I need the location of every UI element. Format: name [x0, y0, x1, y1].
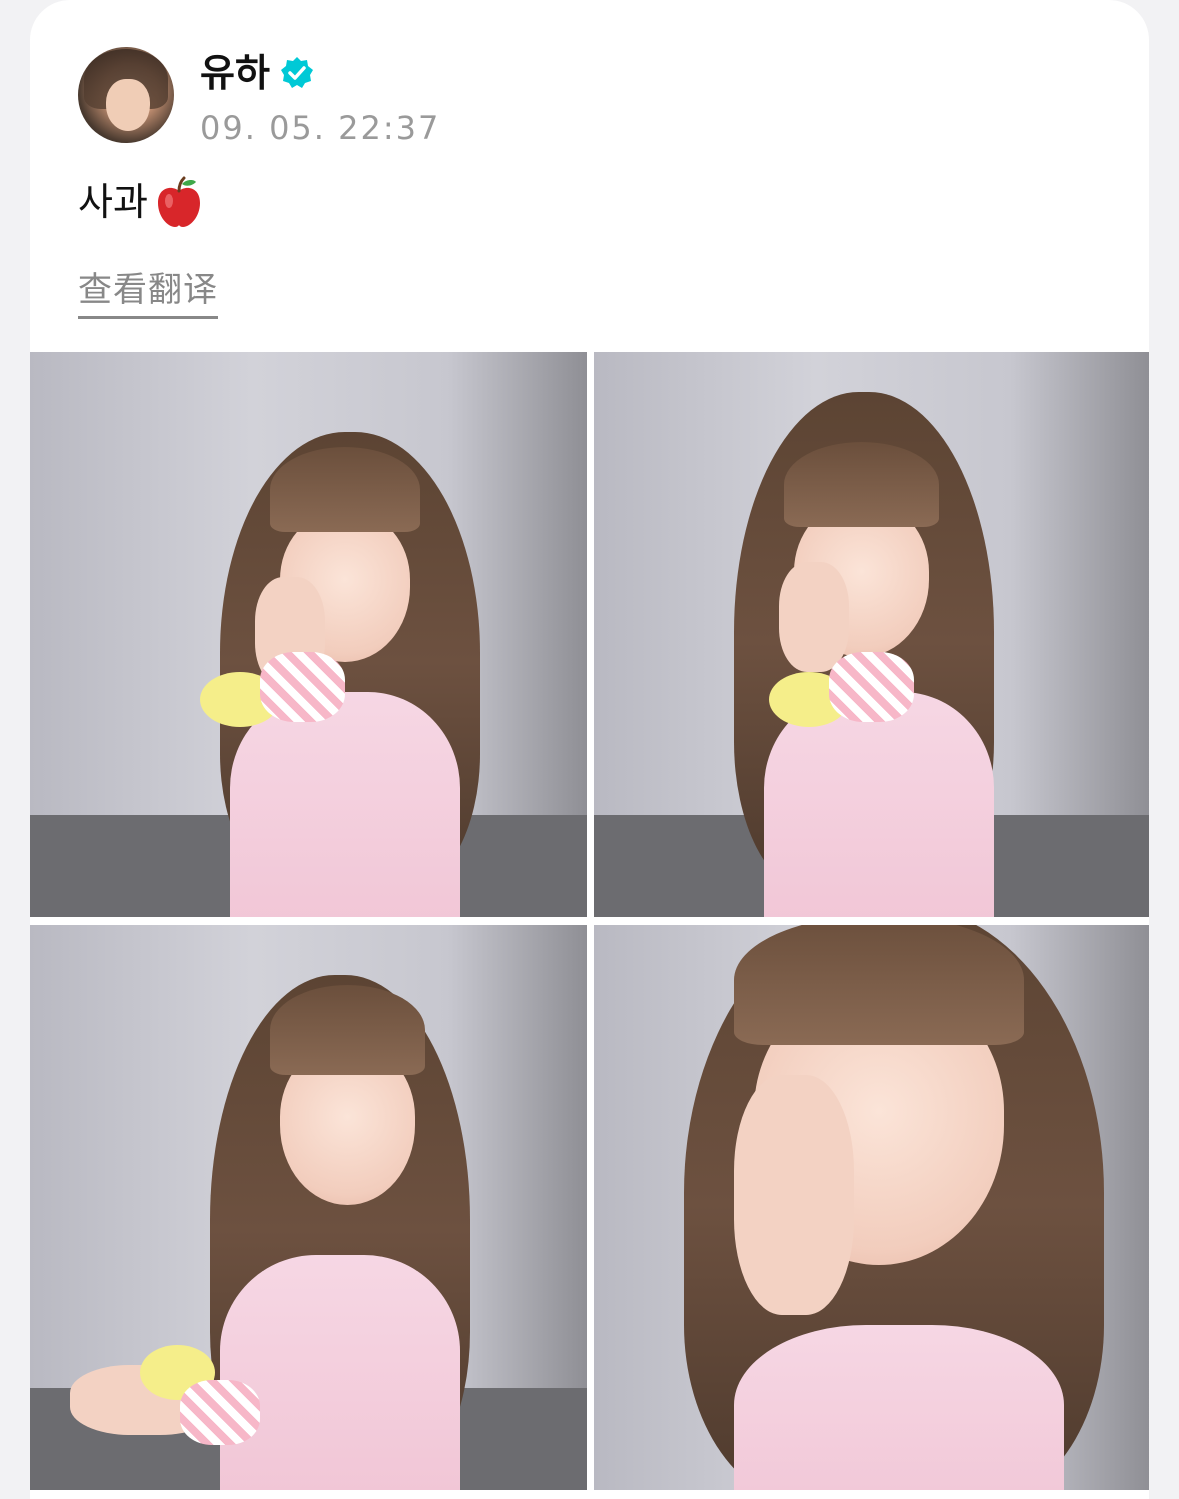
post-text: 사과: [78, 180, 148, 224]
verified-badge-icon: [280, 57, 313, 88]
photo-scrunchie: [180, 1380, 260, 1445]
avatar-face: [106, 79, 150, 131]
photo-1[interactable]: [30, 352, 587, 917]
photo-2[interactable]: [594, 352, 1149, 917]
photo-scrunchie: [829, 652, 914, 722]
photo-top: [734, 1325, 1064, 1490]
avatar[interactable]: [78, 47, 174, 143]
username-row[interactable]: 유하: [200, 48, 314, 98]
photo-bangs: [784, 442, 939, 527]
post-timestamp: 09. 05. 22:37: [200, 109, 441, 147]
red-apple-icon: [157, 176, 200, 227]
post-card: 유하 09. 05. 22:37 사과 查看翻译: [30, 0, 1149, 1499]
see-translation-link[interactable]: 查看翻译: [78, 268, 218, 319]
photo-hand: [734, 1075, 854, 1315]
photo-bangs: [270, 447, 420, 532]
photo-3[interactable]: [30, 925, 587, 1490]
post-text-row: 사과: [78, 172, 206, 232]
photo-top: [230, 692, 460, 917]
username[interactable]: 유하: [200, 48, 270, 98]
photo-hand: [779, 562, 849, 672]
photo-scrunchie: [260, 652, 345, 722]
photo-top: [220, 1255, 460, 1490]
photo-bangs: [270, 985, 425, 1075]
photo-bangs: [734, 925, 1024, 1045]
photo-4[interactable]: [594, 925, 1149, 1490]
